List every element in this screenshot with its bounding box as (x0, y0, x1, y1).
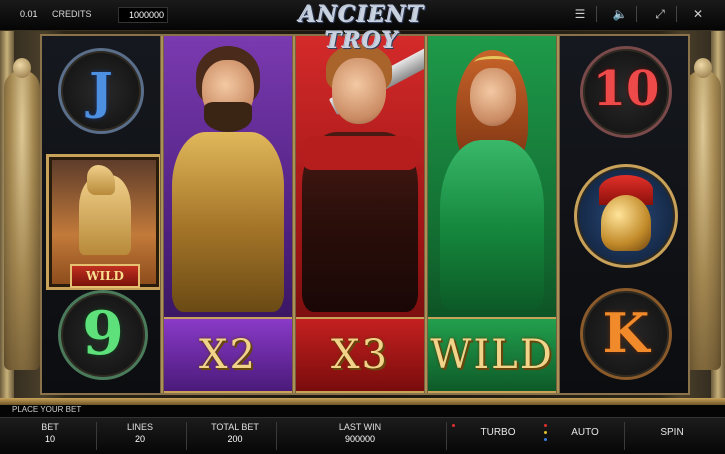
gold-armor (172, 132, 284, 312)
symbol-10-text: 10 (592, 61, 660, 117)
symbol-9: 9 (58, 290, 148, 380)
red-cape (302, 136, 418, 170)
reel-bottom-trim (0, 398, 725, 405)
reel-area: J WILD 9 X2 X3 WILD 10 K (40, 34, 690, 395)
menu-icon[interactable]: ☰ (570, 6, 590, 22)
horse-head-icon (87, 165, 115, 195)
reel-2: X2 (164, 36, 292, 393)
credits-box: 1000000 (118, 7, 168, 23)
divider (596, 6, 597, 22)
right-statue-head (694, 58, 712, 78)
control-bar: BET 10 LINES 20 TOTAL BET 200 LAST WIN 9… (0, 417, 725, 454)
spin-button[interactable]: SPIN (630, 418, 714, 454)
credits-value: 1000000 (128, 10, 164, 20)
multiplier-x2-bar: X2 (164, 317, 292, 393)
wild-text: WILD (430, 332, 554, 378)
symbol-j: J (58, 48, 144, 134)
reel-1: J WILD 9 (42, 36, 162, 393)
helen-face (470, 68, 516, 126)
laurel-wreath-icon (474, 56, 514, 69)
indicator-dot (452, 424, 455, 427)
multiplier-x3-bar: X3 (296, 317, 424, 393)
lines-control[interactable]: LINES 20 (110, 418, 170, 454)
last-win-display: LAST WIN 900000 (300, 418, 420, 454)
message-text: PLACE YOUR BET (12, 405, 82, 414)
fullscreen-icon[interactable]: ⤢ (650, 6, 670, 22)
credits-label: CREDITS (52, 9, 92, 19)
left-statue (4, 70, 40, 370)
divider (624, 422, 625, 450)
speaker-icon[interactable]: 🔈 (610, 6, 630, 22)
auto-button[interactable]: AUTO (552, 418, 618, 454)
helmet-symbol (574, 164, 678, 268)
turbo-indicator (452, 424, 456, 448)
turbo-button[interactable]: TURBO (462, 418, 534, 454)
close-icon[interactable]: ✕ (688, 6, 708, 22)
green-dress (440, 140, 544, 310)
bet-label: BET (41, 422, 59, 432)
total-bet-display: TOTAL BET 200 (200, 418, 270, 454)
game-title: ANCIENT TROY (299, 2, 425, 54)
last-win-label: LAST WIN (338, 422, 382, 432)
roman-face (332, 58, 386, 124)
divider (276, 422, 277, 450)
reel-3: X3 (296, 36, 424, 393)
wild-badge: WILD (70, 264, 140, 288)
symbol-k: K (580, 288, 672, 380)
divider (446, 422, 447, 450)
lines-label: LINES (126, 422, 153, 432)
message-bar: PLACE YOUR BET (0, 405, 725, 417)
divider (636, 6, 637, 22)
reel-4: WILD (428, 36, 556, 393)
coin-value: 0.01 (20, 9, 38, 19)
symbol-10: 10 (580, 46, 672, 138)
symbol-j-letter: J (89, 61, 113, 120)
divider (676, 6, 677, 22)
wild-bar: WILD (428, 317, 556, 393)
divider (186, 422, 187, 450)
reel-5: 10 K (560, 36, 688, 393)
indicator-dot (544, 431, 547, 434)
total-bet-value: 200 (227, 434, 243, 444)
left-statue-head (13, 58, 31, 78)
lines-value: 20 (134, 434, 145, 444)
divider (96, 422, 97, 450)
multiplier-x3: X3 (331, 332, 389, 378)
right-statue (685, 70, 721, 370)
symbol-k-letter: K (602, 301, 650, 365)
indicator-dot (544, 438, 547, 441)
spartan-helmet-icon (601, 195, 651, 251)
total-bet-label: TOTAL BET (211, 422, 259, 432)
bet-control[interactable]: BET 10 (20, 418, 80, 454)
symbol-9-digit: 9 (82, 299, 124, 369)
last-win-value: 900000 (344, 434, 376, 444)
warrior-beard (204, 102, 252, 132)
bet-value: 10 (44, 434, 55, 444)
auto-indicator (544, 424, 548, 452)
indicator-dot (544, 424, 547, 427)
multiplier-x2: X2 (199, 332, 257, 378)
